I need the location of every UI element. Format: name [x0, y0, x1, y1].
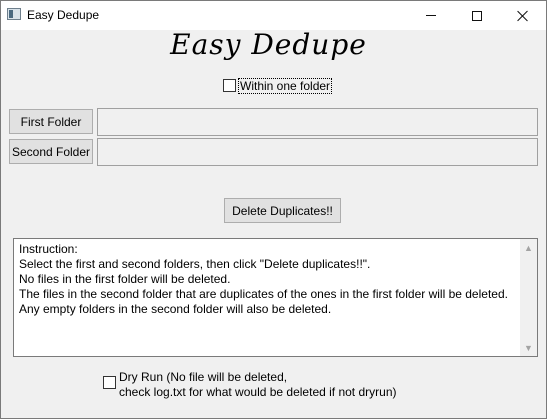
close-icon	[517, 10, 529, 22]
dry-run-checkbox[interactable]	[103, 376, 116, 389]
minimize-icon	[426, 15, 436, 16]
maximize-icon	[472, 10, 482, 21]
app-title: Easy Dedupe	[170, 28, 367, 61]
second-folder-button[interactable]: Second Folder	[9, 139, 93, 164]
app-window: Easy Dedupe Easy Dedupe Within one folde…	[0, 0, 547, 419]
instruction-line: Any empty folders in the second folder w…	[19, 302, 332, 316]
scroll-down-arrow-icon[interactable]: ▼	[520, 339, 537, 356]
instruction-line: Select the first and second folders, the…	[19, 257, 371, 271]
minimize-button[interactable]	[408, 1, 454, 30]
first-folder-button[interactable]: First Folder	[9, 109, 93, 134]
app-window-icon	[7, 8, 21, 20]
second-folder-field[interactable]	[97, 138, 538, 166]
instructions-text: Instruction: Select the first and second…	[19, 242, 517, 317]
dry-run-label-line-1: Dry Run (No file will be deleted,	[119, 370, 288, 384]
window-title: Easy Dedupe	[27, 8, 100, 22]
dry-run-label[interactable]: Dry Run (No file will be deleted, check …	[119, 370, 396, 400]
instruction-line: Instruction:	[19, 242, 78, 256]
maximize-button[interactable]	[454, 1, 500, 30]
within-one-folder-checkbox[interactable]	[223, 79, 236, 92]
close-button[interactable]	[500, 1, 546, 30]
title-bar[interactable]: Easy Dedupe	[1, 1, 546, 30]
instruction-line: The files in the second folder that are …	[19, 287, 508, 301]
dry-run-label-line-2: check log.txt for what would be deleted …	[119, 385, 397, 399]
instruction-line: No files in the first folder will be del…	[19, 272, 231, 286]
first-folder-field[interactable]	[97, 108, 538, 136]
delete-duplicates-button[interactable]: Delete Duplicates!!	[224, 198, 341, 223]
scroll-up-arrow-icon[interactable]: ▲	[520, 239, 537, 256]
instructions-textarea[interactable]: Instruction: Select the first and second…	[13, 238, 538, 357]
vertical-scrollbar[interactable]: ▲ ▼	[520, 239, 537, 356]
within-one-folder-label[interactable]: Within one folder	[238, 78, 333, 94]
